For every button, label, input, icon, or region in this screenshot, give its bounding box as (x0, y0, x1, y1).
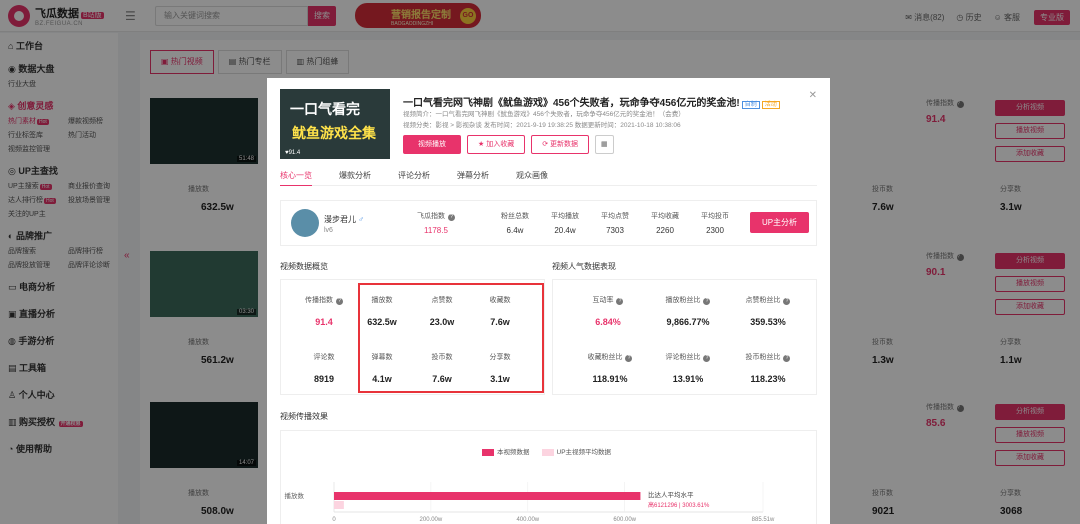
stat-comment-fans-ratio: 评论粉丝比 ? 13.91% (651, 352, 725, 384)
video-title: 一口气看完网飞神剧《鱿鱼游戏》456个失败者，玩命争夺456亿元的奖金池! 自制活… (403, 94, 803, 109)
video-meta: 视频分类：影视 > 影视杂谈 发布时间：2021-9-19 19:38:25 数… (403, 122, 681, 129)
up-fans-label: 粉丝总数 (501, 213, 529, 220)
legend-this-video[interactable]: 本视频数据 (482, 446, 530, 456)
modal-tabs: 核心一览 爆款分析 评论分析 弹幕分析 观众画像 (280, 170, 817, 186)
legend-label: UP主视频平均数据 (556, 449, 612, 456)
video-desc-text: 视频简介：一口气看完网飞神剧《鱿鱼游戏》456个失败者，玩命争夺456亿元的奖金… (403, 111, 685, 118)
x-tick-label: 600.00w (613, 517, 636, 523)
stat-like-fans-ratio: 点赞粉丝比 ? 359.53% (731, 295, 805, 327)
thumb-score-value: 91.4 (288, 150, 301, 156)
video-play-button[interactable]: 视频播放 (403, 135, 461, 154)
stat-value: 8919 (313, 374, 335, 384)
chart-legend: 本视频数据 UP主视频平均数据 (482, 446, 623, 456)
stat-coin-fans-ratio: 投币粉丝比 ? 118.23% (731, 352, 805, 384)
x-tick-label: 885.51w (752, 517, 775, 523)
x-tick-label: 0 (332, 517, 336, 523)
stat-label: 评论粉丝比 (665, 354, 701, 361)
popularity-title: 视频人气数据表现 (552, 262, 616, 271)
thumb-score: ♥91.4 (285, 150, 301, 156)
legend-label: 本视频数据 (497, 449, 530, 456)
stat-value: 359.53% (750, 317, 786, 327)
y-axis-label: 播放数 (285, 491, 305, 500)
stat-fav-fans-ratio: 收藏粉丝比 ? 118.91% (573, 352, 647, 384)
up-avg-play-value: 20.4w (554, 226, 576, 235)
highlight-box (358, 283, 544, 393)
up-index-value: 1178.5 (424, 226, 448, 235)
bar-up-average[interactable] (334, 501, 344, 509)
add-favorite-button[interactable]: ★ 加入收藏 (467, 135, 526, 154)
legend-up-average[interactable]: UP主视频平均数据 (541, 446, 612, 456)
modal-thumbnail: 一口气看完 鱿鱼游戏全集 ♥91.4 (280, 89, 390, 159)
thumb-text-line2: 鱿鱼游戏全集 (292, 125, 376, 141)
up-avg-coin: 平均投币 2300 (701, 211, 729, 235)
up-fans-value: 6.4w (506, 226, 524, 235)
up-avg-fav: 平均收藏 2260 (651, 211, 679, 235)
up-avg-like: 平均点赞 7303 (601, 211, 629, 235)
legend-swatch (541, 448, 554, 456)
tag-activity: 活动 (761, 101, 780, 109)
up-avg-coin-value: 2300 (706, 226, 724, 235)
tag-self-made: 自制 (741, 101, 760, 109)
stat-label: 收藏粉丝比 (587, 354, 623, 361)
up-avg-coin-label: 平均投币 (701, 213, 729, 220)
close-icon[interactable]: ✕ (809, 90, 817, 101)
up-avg-fav-value: 2260 (656, 226, 674, 235)
up-level: lv6 (324, 227, 333, 234)
gender-icon: ♂ (358, 215, 365, 224)
popularity-box: 互动率 ? 6.84% 播放粉丝比 ? 9,866.77% 点赞粉丝比 ? 359.5… (552, 279, 817, 395)
up-name[interactable]: 漫步君儿 ♂ (324, 214, 364, 225)
effect-chart: 播放数 0 200.00w 400.00w 600.00w 885.51w 比达人平均水… (285, 482, 775, 523)
stat-value: 118.23% (750, 374, 786, 384)
effect-title: 视频传播效果 (280, 412, 328, 421)
add-favorite-label: 加入收藏 (486, 141, 515, 148)
stat-value: 6.84% (595, 317, 621, 327)
up-info-card: 漫步君儿 ♂ lv6 飞瓜指数 ? 1178.5 粉丝总数 6.4w 平均播放 20.… (280, 200, 817, 246)
thumb-text-line1: 一口气看完 (290, 101, 360, 117)
stat-value: 13.91% (672, 374, 704, 384)
tab-audience-profile[interactable]: 观众画像 (516, 170, 548, 185)
up-fans: 粉丝总数 6.4w (501, 211, 529, 235)
stat-value: 91.4 (315, 317, 333, 327)
video-detail-modal: 一口气看完 鱿鱼游戏全集 ♥91.4 一口气看完网飞神剧《鱿鱼游戏》456个失败… (267, 78, 830, 524)
update-data-label: 更新数据 (550, 141, 579, 148)
tab-comment-analysis[interactable]: 评论分析 (398, 170, 430, 185)
tab-danmaku-analysis[interactable]: 弹幕分析 (457, 170, 489, 185)
update-data-button[interactable]: ⟳ 更新数据 (531, 135, 590, 154)
stat-label: 投币粉丝比 (745, 354, 781, 361)
tab-core-overview[interactable]: 核心一览 (280, 170, 312, 186)
up-avg-fav-label: 平均收藏 (651, 213, 679, 220)
up-analysis-button[interactable]: UP主分析 (750, 212, 809, 233)
video-description: 视频简介：一口气看完网飞神剧《鱿鱼游戏》456个失败者，玩命争夺456亿元的奖金… (403, 109, 803, 131)
stat-play-fans-ratio: 播放粉丝比 ? 9,866.77% (651, 295, 725, 327)
up-name-text: 漫步君儿 (324, 215, 356, 224)
x-tick-label: 200.00w (420, 517, 443, 523)
stat-label: 评论数 (313, 354, 335, 361)
bar-this-video[interactable] (334, 492, 641, 500)
overview-title: 视频数据概览 (280, 262, 328, 271)
up-avg-like-value: 7303 (606, 226, 624, 235)
stat-label: 点赞粉丝比 (745, 297, 781, 304)
stat-label: 互动率 (592, 297, 614, 304)
stat-spread-index: 传播指数 ? 91.4 (294, 295, 354, 327)
stat-label: 播放粉丝比 (665, 297, 701, 304)
up-index-label: 飞瓜指数 (417, 213, 445, 220)
video-title-text: 一口气看完网飞神剧《鱿鱼游戏》456个失败者，玩命争夺456亿元的奖金池! (403, 98, 740, 109)
up-avg-play: 平均播放 20.4w (551, 211, 579, 235)
qr-code-icon[interactable]: ▦ (595, 135, 614, 154)
stat-value: 9,866.77% (666, 317, 710, 327)
up-avg-play-label: 平均播放 (551, 213, 579, 220)
tab-hit-analysis[interactable]: 爆款分析 (339, 170, 371, 185)
chart-note-label: 比达人平均水平 (648, 490, 694, 499)
stat-interaction-rate: 互动率 ? 6.84% (573, 295, 643, 327)
up-avg-like-label: 平均点赞 (601, 213, 629, 220)
legend-swatch (482, 448, 494, 456)
avatar[interactable] (291, 209, 319, 237)
stat-value: 118.91% (592, 374, 628, 384)
stat-label: 传播指数 (305, 297, 334, 304)
up-feigua-index: 飞瓜指数 ? 1178.5 (417, 211, 455, 235)
chart-note-value: 高6121296 | 3003.61% (648, 501, 710, 509)
x-tick-label: 400.00w (516, 517, 539, 523)
stat-comment: 评论数 8919 (294, 352, 354, 384)
